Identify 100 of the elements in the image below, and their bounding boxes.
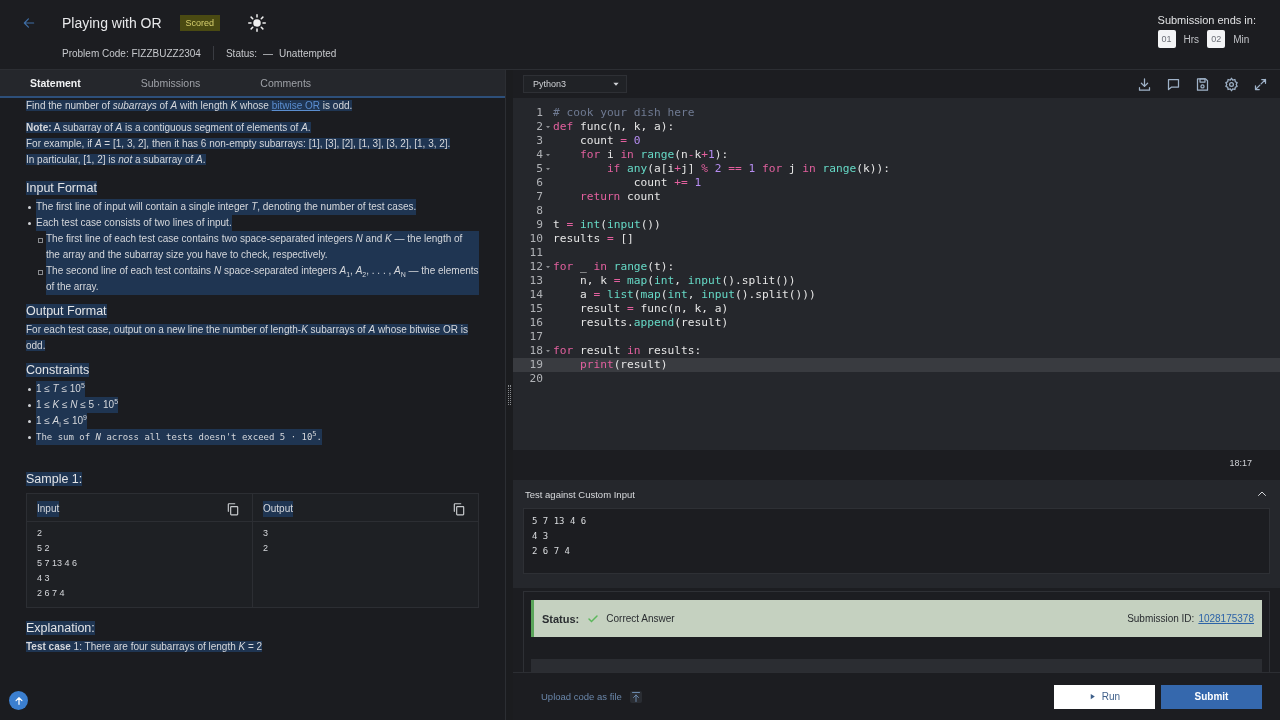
code-line: result = func(n, k, a) xyxy=(578,302,729,316)
hours-value: 01 xyxy=(1157,30,1176,48)
scroll-top-button[interactable] xyxy=(9,691,28,710)
tab[interactable]: Statement xyxy=(0,70,111,96)
list-item-text: Each test case consists of two lines of input. xyxy=(36,215,232,231)
upload-code-link[interactable]: Upload code as file xyxy=(535,689,648,704)
code-line: t = int(input()) xyxy=(553,218,661,232)
line-number: 15 xyxy=(529,302,543,316)
line-number: 20 xyxy=(529,372,543,386)
hours-unit: Hrs xyxy=(1183,33,1200,45)
submit-button[interactable]: Submit xyxy=(1161,684,1262,709)
caret-down-icon xyxy=(612,80,620,88)
status-label: Status: xyxy=(542,612,580,625)
line-number: 7 xyxy=(536,190,543,204)
list-item-text: The first line of input will contain a single integer T, denoting the number of test cases. xyxy=(36,199,417,215)
problem-title: Playing with OR xyxy=(62,15,162,31)
line-number: 10 xyxy=(529,232,543,246)
custom-input-field[interactable]: 5 7 13 4 6 4 3 2 6 7 4 xyxy=(523,508,1270,574)
copy-icon[interactable] xyxy=(452,501,466,516)
list-item-text: The first line of each test case contains two space-separated integers N and K — the length of the array and the subarray size you have to check, respectively. xyxy=(46,231,479,263)
status-value: Unattempted xyxy=(279,47,337,59)
code-line: results = [] xyxy=(553,232,634,246)
status-label: Status: xyxy=(225,47,258,59)
check-icon xyxy=(587,612,600,625)
line-number: 13 xyxy=(529,274,543,288)
tab[interactable]: Submissions xyxy=(110,70,231,96)
status-value: Correct Answer xyxy=(606,613,675,624)
line-number: 3 xyxy=(536,134,543,148)
chat-icon[interactable] xyxy=(1166,76,1181,92)
list-item-text: The second line of each test contains N space-separated integers A$_{1}$, A$_{2}$, . . . , A$_{N}$ — the elements of the array. xyxy=(46,263,479,295)
sample-column-label: Input xyxy=(37,500,60,517)
code-line: print(result) xyxy=(578,358,668,372)
code-line: count += 1 xyxy=(632,176,702,190)
list-item-text: 1 ≤ A$_{i}$ ≤ 10$^{9}$ xyxy=(36,413,87,429)
sun-icon[interactable] xyxy=(248,14,267,32)
line-number: 17 xyxy=(529,330,543,344)
line-number: 18 xyxy=(529,344,543,358)
play-icon xyxy=(1088,693,1096,700)
splitter-handle[interactable] xyxy=(508,385,511,405)
line-number: 5 xyxy=(536,162,543,176)
submission-id-link[interactable]: 1028175378 xyxy=(1198,613,1254,624)
minutes-value: 02 xyxy=(1207,30,1226,48)
section-heading: Constraints xyxy=(26,362,91,378)
fold-caret-icon[interactable] xyxy=(545,166,551,172)
custom-input-title: Test against Custom Input xyxy=(525,488,635,500)
bitwise-or-link[interactable]: bitwise OR xyxy=(271,100,321,111)
language-dropdown[interactable]: Python3 xyxy=(523,75,627,93)
code-line: if any(a[i+j] % 2 == 1 for j in range(k)): xyxy=(605,162,890,176)
line-number: 9 xyxy=(536,218,543,232)
section-heading: Output Format xyxy=(26,303,108,319)
fold-caret-icon[interactable] xyxy=(545,264,551,270)
line-number: 16 xyxy=(529,316,543,330)
download-icon[interactable] xyxy=(1137,76,1152,92)
cursor-position: 18:17 xyxy=(1229,457,1252,468)
code-line: results.append(result) xyxy=(578,316,729,330)
code-line: for _ in range(t): xyxy=(553,260,675,274)
list-item-text: The sum of N across all tests doesn't exceed 5 · 10$^{5}$. xyxy=(36,429,322,445)
fold-caret-icon[interactable] xyxy=(545,124,551,130)
submission-id-label: Submission ID: xyxy=(1127,613,1195,624)
copy-icon[interactable] xyxy=(226,501,240,516)
code-line: for i in range(n-k+1): xyxy=(578,148,729,162)
section-heading: Explanation: xyxy=(26,620,96,636)
code-line: count = 0 xyxy=(578,134,641,148)
upload-icon xyxy=(629,690,642,703)
code-line: a = list(map(int, input().split())) xyxy=(578,288,816,302)
list-item-text: 1 ≤ K ≤ N ≤ 5 · 10$^{5}$ xyxy=(36,397,119,413)
section-paragraph: Test case 1: There are four subarrays of length K = 2 xyxy=(26,640,264,654)
line-number: 6 xyxy=(536,176,543,190)
settings-icon[interactable] xyxy=(1224,76,1239,92)
line-number: 4 xyxy=(536,148,543,162)
fold-caret-icon[interactable] xyxy=(545,152,551,158)
fold-caret-icon[interactable] xyxy=(545,348,551,354)
line-number: 8 xyxy=(536,204,543,218)
code-line: def func(n, k, a): xyxy=(553,120,675,134)
sample-line: 4 3 xyxy=(37,572,51,585)
line-number: 14 xyxy=(529,288,543,302)
problem-code: Problem Code: FIZZBUZZ2304 xyxy=(62,47,201,59)
line-number: 11 xyxy=(529,246,543,260)
sample-line: 5 2 xyxy=(37,542,51,555)
minutes-unit: Min xyxy=(1233,33,1250,45)
section-heading: Input Format xyxy=(26,180,98,196)
code-line: return count xyxy=(578,190,661,204)
sample-column-label: Output xyxy=(263,500,294,517)
code-line: # cook your dish here xyxy=(553,106,695,120)
scored-badge: Scored xyxy=(179,15,221,31)
code-line: for result in results: xyxy=(553,344,702,358)
status-dash: — xyxy=(263,47,274,59)
back-arrow-icon[interactable] xyxy=(22,16,36,30)
intro-paragraph: Find the number of subarrays of A with length K whose bitwise OR is odd. xyxy=(26,99,354,113)
expand-icon[interactable] xyxy=(1253,76,1268,92)
line-number: 2 xyxy=(536,120,543,134)
list-item-text: 1 ≤ T ≤ 10$^{5}$ xyxy=(36,381,85,397)
run-button[interactable]: Run xyxy=(1054,684,1155,709)
sample-line: 3 xyxy=(263,527,269,540)
save-icon[interactable] xyxy=(1195,76,1210,92)
section-heading: Sample 1: xyxy=(26,471,84,487)
sample-line: 2 6 7 4 xyxy=(37,587,66,600)
tab[interactable]: Comments xyxy=(230,70,342,96)
line-number: 12 xyxy=(529,260,543,274)
code-line: n, k = map(int, input().split()) xyxy=(578,274,796,288)
